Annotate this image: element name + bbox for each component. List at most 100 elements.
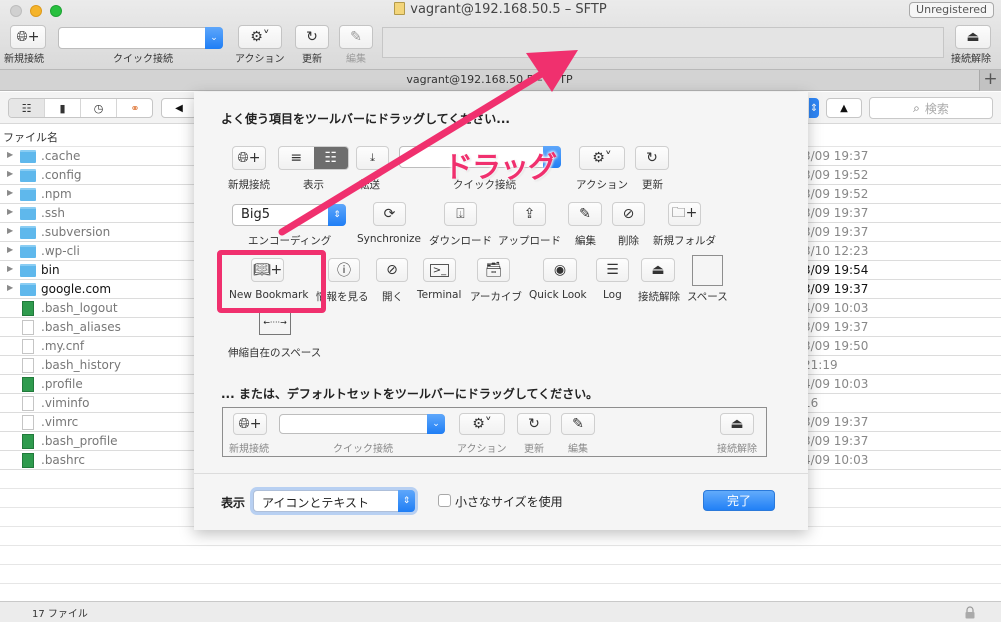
file-modified-date: 3/09 19:37 (803, 415, 869, 429)
pencil-icon: ✎ (572, 416, 584, 432)
file-name: bin (41, 263, 60, 277)
window-title: vagrant@192.168.50.5 – SFTP (0, 2, 1001, 17)
tab-connection[interactable]: vagrant@192.168.50.5 – SFTP (0, 73, 979, 86)
palette-disconnect[interactable]: ⏏︎ (641, 258, 675, 282)
chevron-down-icon: ⌄ (427, 414, 445, 434)
palette-action[interactable]: ⚙︎˅ (579, 146, 625, 170)
small-size-label[interactable]: 小さなサイズを使用 (455, 493, 563, 510)
default-disconnect-label: 接続解除 (717, 444, 757, 455)
palette-delete[interactable]: ⊘ (612, 202, 645, 226)
done-button[interactable]: 完了 (703, 490, 775, 511)
bookmarks-view-tab[interactable]: ▮ (45, 99, 81, 117)
default-action: ⚙︎˅ (459, 413, 505, 435)
highlight-box-annotation (217, 250, 326, 313)
outline-icon: ☷ (21, 101, 32, 115)
stepper-icon: ⇕ (398, 490, 415, 512)
palette-upload[interactable]: ⇪ (513, 202, 546, 226)
disclosure-triangle-icon[interactable]: ▶ (7, 264, 13, 273)
show-label: 表示 (221, 496, 246, 510)
refresh-button[interactable]: ↻ (295, 25, 329, 49)
terminal-icon: >_ (429, 263, 450, 277)
palette-open-label: 開く (382, 291, 403, 303)
disclosure-triangle-icon[interactable]: ▶ (7, 283, 13, 292)
archive-box-icon: 🗃︎ (484, 262, 503, 278)
back-button[interactable]: ◀ (161, 98, 197, 118)
new-tab-button[interactable]: + (979, 70, 1001, 91)
palette-quick-look[interactable]: ◉ (543, 258, 577, 282)
unregistered-badge[interactable]: Unregistered (909, 2, 994, 18)
file-name: .npm (41, 187, 72, 201)
palette-encoding[interactable]: Big5 ⇕ (232, 204, 346, 226)
palette-refresh[interactable]: ↻ (635, 146, 669, 170)
parent-directory-button[interactable]: ▲ (826, 98, 862, 118)
disclosure-triangle-icon[interactable]: ▶ (7, 207, 13, 216)
palette-terminal[interactable]: >_ (423, 258, 456, 282)
file-modified-date: 3/09 19:50 (803, 339, 869, 353)
document-icon (22, 415, 34, 430)
show-mode-select[interactable]: アイコンとテキスト ⇕ (253, 490, 415, 512)
refresh-icon: ↻ (528, 416, 540, 432)
list-icon: ≡ (290, 150, 303, 166)
file-name: .ssh (41, 206, 65, 220)
bonjour-view-tab[interactable]: ⚭ (117, 99, 152, 117)
disclosure-triangle-icon[interactable]: ▶ (7, 226, 13, 235)
edit-button[interactable]: ✎ (339, 25, 373, 49)
encoding-value: Big5 (241, 207, 271, 222)
bookmark-icon: ▮ (59, 101, 66, 115)
quick-connect-combobox[interactable]: ⌄ (58, 27, 223, 49)
folder-icon (20, 188, 36, 201)
small-size-checkbox[interactable] (438, 494, 451, 507)
palette-space[interactable] (692, 255, 723, 286)
drag-items-heading: よく使う項目をツールバーにドラッグしてください... (221, 112, 510, 126)
file-modified-date: 3/09 19:52 (803, 168, 869, 182)
palette-info[interactable]: ⓘ (328, 258, 360, 282)
disclosure-triangle-icon[interactable]: ▶ (7, 169, 13, 178)
palette-synchronize[interactable]: ⟳ (373, 202, 406, 226)
disconnect-button[interactable]: ⏏︎ (955, 25, 991, 49)
log-icon: ☰ (606, 262, 619, 278)
palette-open[interactable]: ⊘ (376, 258, 408, 282)
palette-view[interactable]: ≡ ☷ (278, 146, 349, 170)
palette-log[interactable]: ☰ (596, 258, 629, 282)
disclosure-triangle-icon[interactable]: ▶ (7, 150, 13, 159)
browser-view-tab[interactable]: ☷ (9, 99, 45, 117)
file-modified-date: 3/09 19:37 (803, 320, 869, 334)
disclosure-triangle-icon[interactable]: ▶ (7, 245, 13, 254)
file-name: .bash_history (41, 358, 121, 372)
pencil-icon: ✎ (579, 206, 591, 222)
palette-new-connection[interactable]: 🌐︎+ (232, 146, 266, 170)
new-connection-button[interactable]: 🌐︎+ (10, 25, 46, 49)
disconnect-label: 接続解除 (951, 54, 991, 65)
path-select-arrow[interactable]: ⇕ (809, 98, 819, 118)
empty-row (0, 565, 1001, 584)
chevron-down-icon[interactable]: ⌄ (205, 27, 223, 49)
file-name: .bash_logout (41, 301, 118, 315)
palette-archive[interactable]: 🗃︎ (477, 258, 510, 282)
palette-log-label: Log (603, 289, 622, 301)
palette-view-label: 表示 (303, 179, 324, 191)
lock-icon[interactable] (965, 606, 975, 619)
palette-transfer[interactable]: ⤓ (356, 146, 389, 170)
palette-download[interactable]: ⍗ (444, 202, 477, 226)
folder-icon (20, 207, 36, 220)
search-input[interactable]: ⌕ 検索 (869, 97, 993, 119)
transfer-icon: ⤓ (370, 151, 375, 164)
default-toolbar-set[interactable]: 🌐︎+ 新規接続 ⌄ クイック接続 ⚙︎˅ アクション ↻ 更新 ✎ 編集 ⏏︎… (222, 407, 767, 457)
gear-icon: ⚙︎˅ (592, 150, 612, 166)
palette-terminal-label: Terminal (417, 289, 462, 301)
palette-synchronize-label: Synchronize (357, 233, 422, 245)
file-name: .subversion (41, 225, 111, 239)
history-view-tab[interactable]: ◷ (81, 99, 117, 117)
disclosure-triangle-icon[interactable]: ▶ (7, 188, 13, 197)
search-icon: ⌕ (913, 100, 920, 115)
default-edit-label: 編集 (568, 444, 588, 455)
palette-flexible-space[interactable]: ←····→ (259, 312, 291, 335)
bonjour-icon: ⚭ (130, 101, 140, 115)
palette-edit[interactable]: ✎ (568, 202, 602, 226)
default-new-connection-label: 新規接続 (229, 444, 269, 455)
palette-new-folder[interactable]: 🗀︎+ (668, 202, 701, 226)
file-name: .viminfo (41, 396, 90, 410)
action-button[interactable]: ⚙︎˅ (238, 25, 282, 49)
edit-label: 編集 (346, 54, 366, 65)
file-modified-date: 3/09 19:37 (803, 434, 869, 448)
